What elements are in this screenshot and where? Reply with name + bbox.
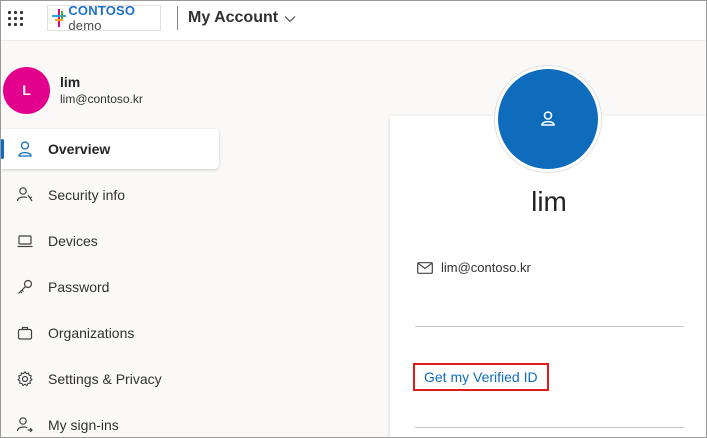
logo-suffix-text: demo — [68, 18, 102, 33]
my-account-menu[interactable]: My Account — [188, 9, 296, 27]
sidebar: L lim lim@contoso.kr Overview Security i… — [1, 41, 233, 437]
key-icon — [15, 277, 35, 297]
app-title: My Account — [188, 9, 279, 26]
app-window: CONTOSO demo My Account L lim lim@contos… — [0, 0, 707, 438]
contoso-logo-icon — [52, 9, 66, 27]
sidebar-item-settings-privacy[interactable]: Settings & Privacy — [1, 359, 219, 399]
profile-email-row: lim@contoso.kr — [417, 260, 531, 275]
sidebar-item-label: Password — [48, 279, 110, 295]
profile-avatar — [494, 65, 602, 173]
sidebar-item-devices[interactable]: Devices — [1, 221, 219, 261]
sidebar-item-label: Organizations — [48, 325, 135, 341]
sidebar-item-my-sign-ins[interactable]: My sign-ins — [1, 405, 219, 437]
sidebar-item-overview[interactable]: Overview — [1, 129, 219, 169]
get-verified-id-label: Get my Verified ID — [424, 369, 538, 385]
profile-name: lim — [531, 186, 567, 217]
sidebar-item-label: Devices — [48, 233, 98, 249]
sidebar-item-label: My sign-ins — [48, 417, 119, 433]
get-verified-id-link[interactable]: Get my Verified ID — [413, 363, 549, 391]
person-icon — [541, 111, 555, 126]
logo-brand-text: CONTOSO — [68, 3, 136, 18]
person-arrow-icon — [15, 415, 35, 435]
laptop-icon — [15, 231, 35, 251]
profile-email: lim@contoso.kr — [441, 260, 531, 275]
mail-icon — [417, 261, 433, 274]
divider — [415, 326, 684, 327]
sidebar-item-password[interactable]: Password — [1, 267, 219, 307]
sidebar-item-organizations[interactable]: Organizations — [1, 313, 219, 353]
person-key-icon — [15, 185, 35, 205]
sidebar-nav: Overview Security info Devices Password — [1, 129, 233, 437]
gear-icon — [15, 369, 35, 389]
organization-logo: CONTOSO demo — [47, 3, 161, 33]
briefcase-icon — [15, 323, 35, 343]
user-email: lim@contoso.kr — [60, 92, 143, 106]
app-launcher-icon[interactable] — [8, 11, 26, 29]
avatar: L — [3, 66, 50, 114]
sidebar-item-security-info[interactable]: Security info — [1, 175, 219, 215]
person-icon — [15, 139, 35, 159]
header-divider — [177, 6, 178, 30]
chevron-down-icon — [284, 16, 296, 23]
user-name: lim — [60, 74, 81, 90]
top-bar: CONTOSO demo My Account — [1, 1, 706, 41]
sidebar-item-label: Overview — [48, 141, 111, 157]
divider — [415, 427, 684, 428]
sidebar-item-label: Settings & Privacy — [48, 371, 162, 387]
sidebar-item-label: Security info — [48, 187, 126, 203]
user-summary: L lim lim@contoso.kr — [3, 66, 143, 114]
